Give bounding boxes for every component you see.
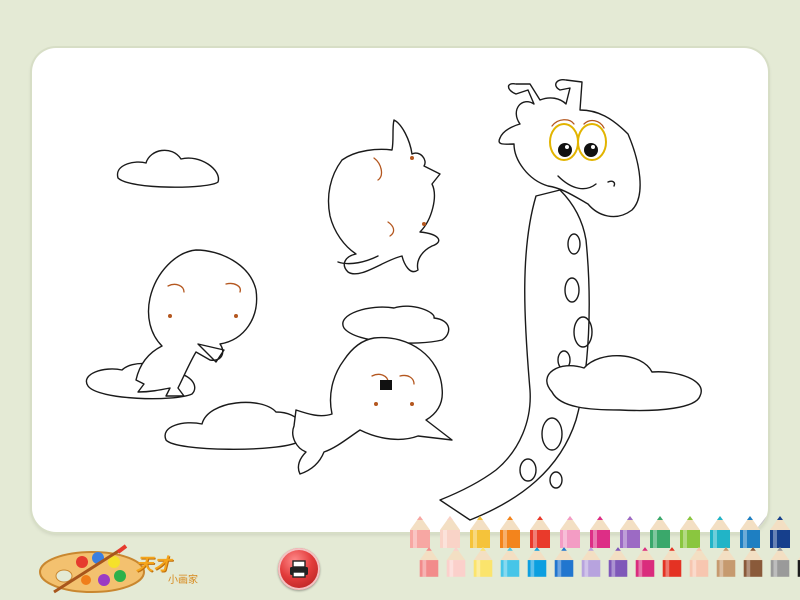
crayon-icon [410, 516, 430, 548]
crayon-icon [473, 547, 493, 577]
cloud-bottom-middle[interactable] [165, 402, 303, 449]
crayon-color[interactable] [646, 514, 674, 548]
giraffe[interactable] [440, 80, 701, 520]
crayon-color[interactable] [740, 544, 766, 578]
crayon-color[interactable] [496, 514, 524, 548]
crayon-icon [797, 556, 800, 577]
print-button[interactable] [278, 548, 320, 590]
printer-icon [290, 560, 308, 578]
crayon-icon [560, 516, 580, 548]
crayon-color[interactable] [736, 514, 764, 548]
crayon-color[interactable] [686, 544, 712, 578]
crayon-icon [740, 516, 760, 548]
cloud-top-left[interactable] [118, 150, 219, 187]
crayon-icon [419, 547, 439, 577]
crayon-icon [581, 547, 601, 577]
crayon-icon [710, 516, 730, 548]
crayon-icon [500, 516, 520, 548]
color-row-top [406, 514, 796, 548]
crayon-color[interactable] [632, 544, 658, 578]
crayon-color[interactable] [443, 544, 469, 578]
crayon-icon [662, 547, 682, 577]
crayon-icon [770, 516, 790, 548]
crayon-icon [446, 547, 466, 577]
crayon-color[interactable] [659, 544, 685, 578]
crayon-icon [530, 516, 550, 548]
palette-logo-icon [39, 544, 145, 594]
crayon-color[interactable] [616, 514, 644, 548]
crayon-color[interactable] [556, 514, 584, 548]
crayon-color[interactable] [436, 514, 464, 548]
crayon-color[interactable] [466, 514, 494, 548]
color-row-bottom [416, 544, 800, 578]
crayon-color[interactable] [586, 514, 614, 548]
color-palette [406, 514, 800, 586]
bird-left[interactable] [136, 250, 257, 396]
coloring-canvas[interactable] [32, 48, 768, 532]
bird-top[interactable] [329, 120, 441, 274]
crayon-icon [743, 547, 763, 577]
crayon-icon [770, 547, 790, 577]
crayon-color[interactable] [497, 544, 523, 578]
crayon-color[interactable] [706, 514, 734, 548]
logo-title: 天才 [136, 555, 172, 575]
crayon-icon [680, 516, 700, 548]
crayon-icon [527, 547, 547, 577]
crayon-color[interactable] [526, 514, 554, 548]
crayon-color[interactable] [767, 544, 793, 578]
crayon-color[interactable] [578, 544, 604, 578]
crayon-color[interactable] [676, 514, 704, 548]
crayon-color[interactable] [416, 544, 442, 578]
crayon-icon [554, 547, 574, 577]
crayon-color[interactable] [605, 544, 631, 578]
bird-bottom[interactable] [293, 338, 452, 474]
crayon-icon [470, 516, 490, 548]
crayon-color[interactable] [551, 544, 577, 578]
crayon-color[interactable] [470, 544, 496, 578]
crayon-icon [440, 516, 460, 548]
cloud-middle[interactable] [343, 306, 449, 343]
crayon-icon [500, 547, 520, 577]
crayon-icon [620, 516, 640, 548]
crayon-color[interactable] [794, 544, 800, 578]
crayon-icon [650, 516, 670, 548]
logo-subtitle: 小画家 [168, 575, 198, 586]
crayon-icon [635, 547, 655, 577]
crayon-color[interactable] [406, 514, 434, 548]
crayon-icon [608, 547, 628, 577]
crayon-color[interactable] [766, 514, 794, 548]
crayon-icon [590, 516, 610, 548]
crayon-color[interactable] [713, 544, 739, 578]
crayon-icon [689, 547, 709, 577]
crayon-color[interactable] [524, 544, 550, 578]
crayon-icon [716, 547, 736, 577]
